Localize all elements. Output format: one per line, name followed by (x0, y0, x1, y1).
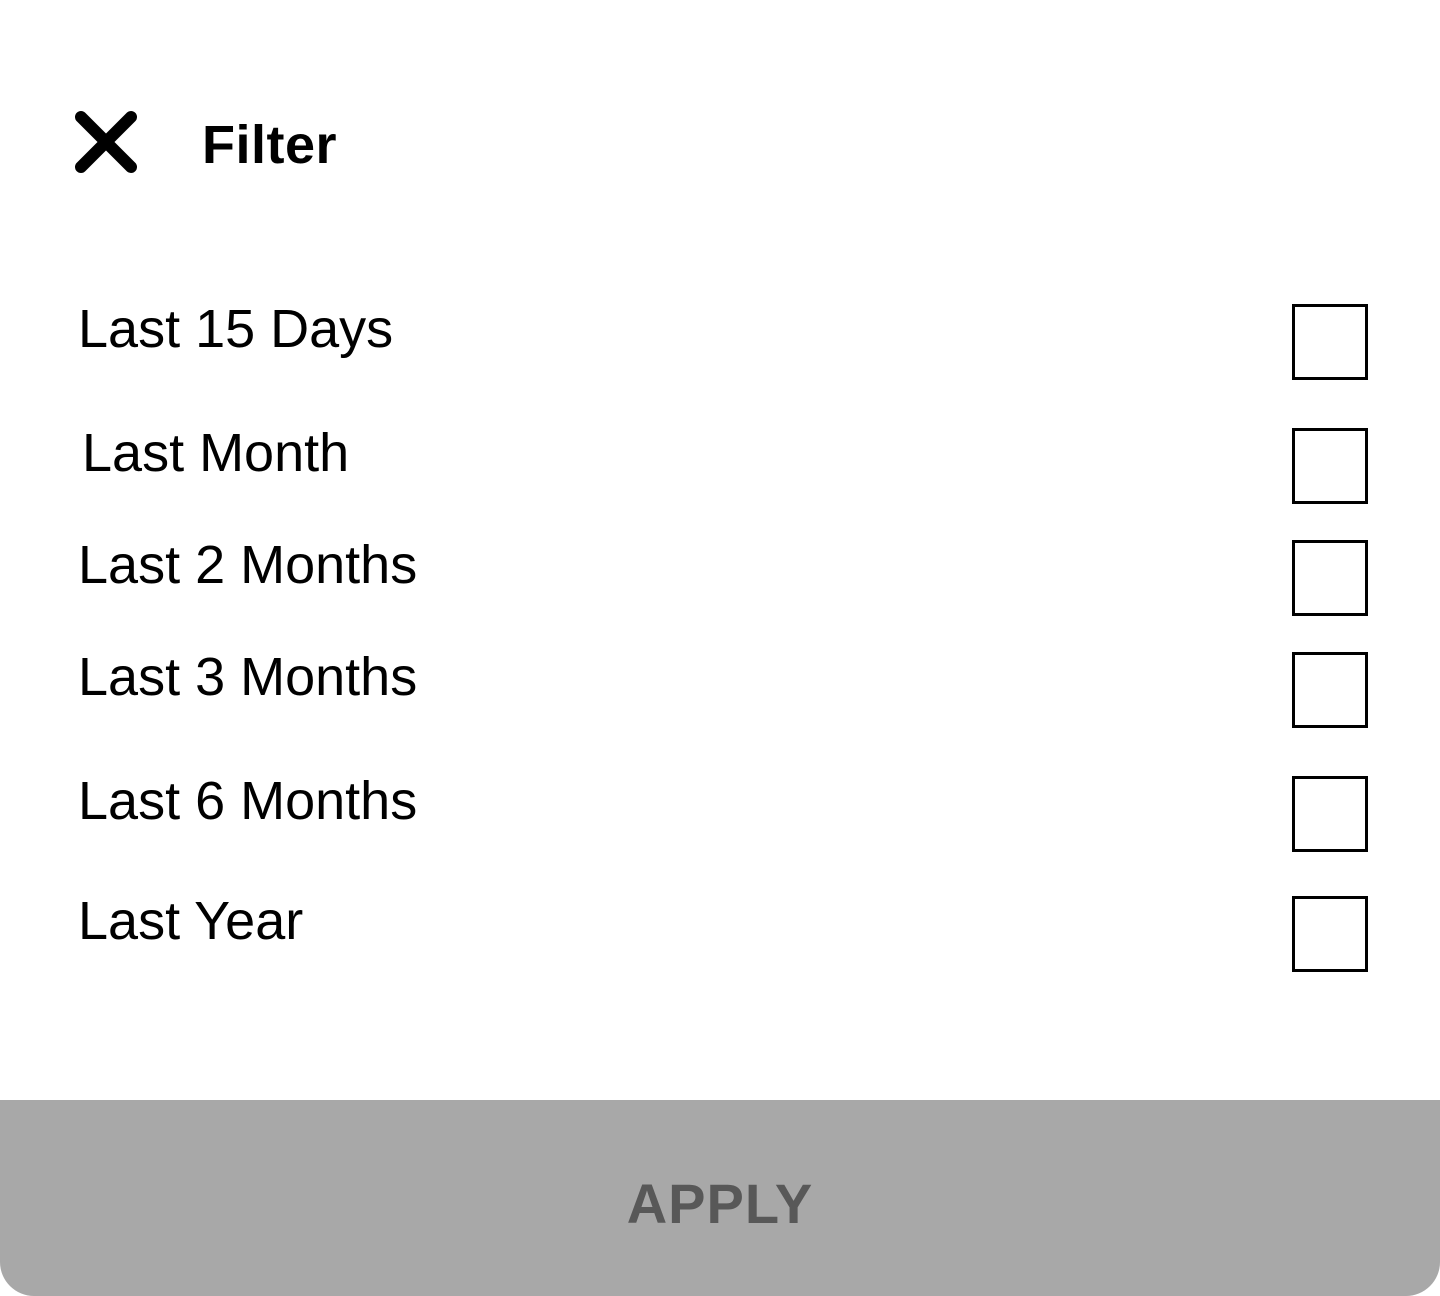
page-title: Filter (202, 115, 338, 175)
close-icon (75, 111, 137, 173)
option-label: Last 15 Days (78, 299, 394, 359)
option-checkbox[interactable] (1292, 896, 1368, 972)
filter-option-last-3-months[interactable]: Last 3 Months (0, 644, 1440, 744)
option-checkbox[interactable] (1292, 304, 1368, 380)
filter-option-last-year[interactable]: Last Year (0, 888, 1440, 988)
filter-option-last-6-months[interactable]: Last 6 Months (0, 768, 1440, 868)
option-checkbox[interactable] (1292, 428, 1368, 504)
close-button[interactable] (72, 108, 140, 176)
filter-option-last-2-months[interactable]: Last 2 Months (0, 532, 1440, 632)
apply-button[interactable]: APPLY (0, 1100, 1440, 1296)
option-label: Last 6 Months (78, 771, 418, 831)
filter-option-last-month[interactable]: Last Month (0, 420, 1440, 520)
option-checkbox[interactable] (1292, 652, 1368, 728)
option-label: Last 2 Months (78, 535, 418, 595)
apply-button-label: APPLY (626, 1171, 814, 1235)
option-label: Last Year (78, 891, 304, 951)
option-label: Last Month (82, 423, 350, 483)
option-label: Last 3 Months (78, 647, 418, 707)
option-checkbox[interactable] (1292, 776, 1368, 852)
option-checkbox[interactable] (1292, 540, 1368, 616)
filter-option-last-15-days[interactable]: Last 15 Days (0, 296, 1440, 396)
